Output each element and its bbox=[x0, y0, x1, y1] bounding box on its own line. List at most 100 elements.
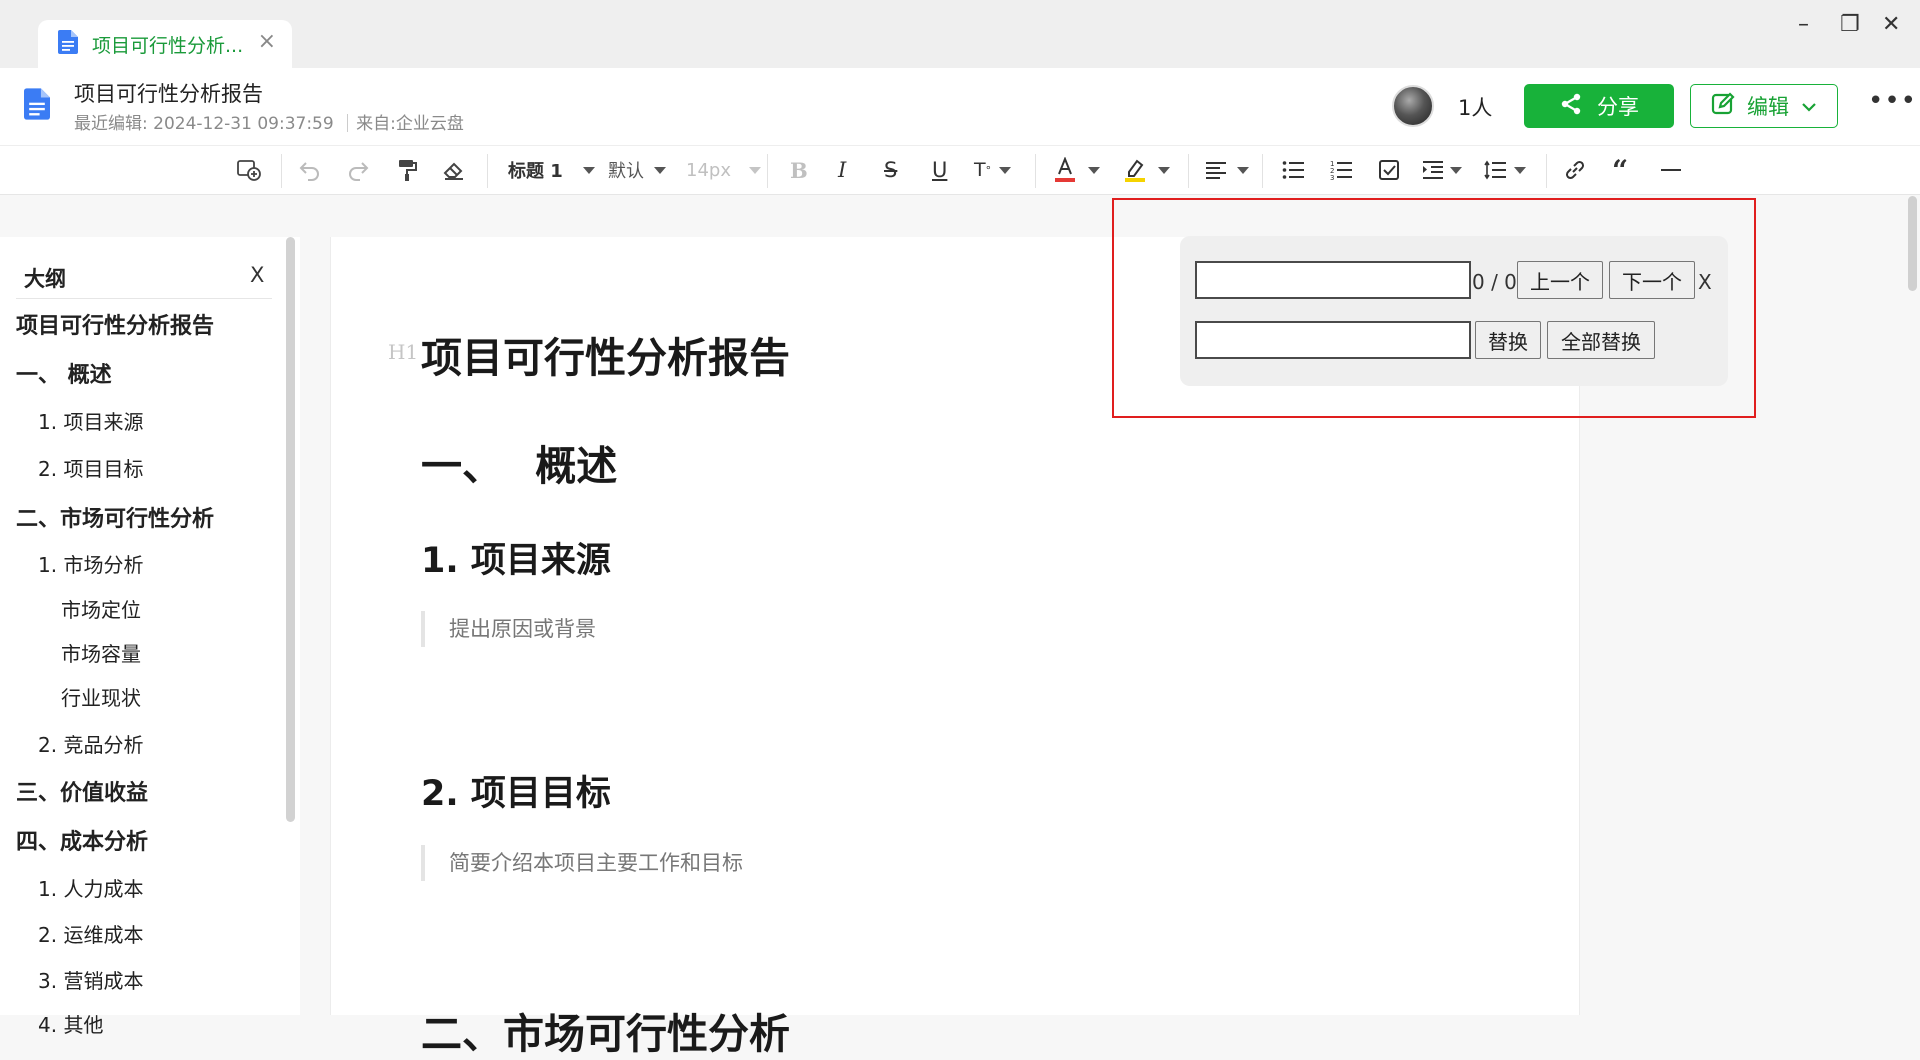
heading-level-marker: H1 bbox=[388, 340, 419, 364]
source-label: 来自: bbox=[356, 114, 396, 134]
font-size-select[interactable]: 14px bbox=[686, 157, 761, 183]
checklist-icon[interactable] bbox=[1378, 157, 1400, 183]
chevron-down-icon bbox=[654, 166, 666, 174]
replace-all-button[interactable]: 全部替换 bbox=[1547, 321, 1655, 359]
font-family-select[interactable]: 默认 bbox=[608, 157, 666, 183]
document-tab[interactable]: 项目可行性分析... × bbox=[38, 20, 292, 68]
chevron-down-icon bbox=[1801, 94, 1817, 118]
svg-text:3: 3 bbox=[1330, 174, 1334, 180]
outline-item[interactable]: 1. 项目来源 bbox=[38, 406, 143, 435]
outline-item[interactable]: 行业现状 bbox=[61, 682, 141, 711]
outline-item[interactable]: 市场定位 bbox=[61, 594, 141, 623]
outline-item[interactable]: 4. 其他 bbox=[38, 1009, 103, 1038]
find-replace-panel bbox=[1180, 236, 1728, 386]
next-match-button[interactable]: 下一个 bbox=[1609, 261, 1695, 299]
document-meta: 最近编辑: 2024-12-31 09:37:59 来自:企业云盘 bbox=[74, 109, 464, 134]
find-input[interactable] bbox=[1195, 261, 1471, 299]
toolbar-divider bbox=[1546, 154, 1547, 188]
outline-item[interactable]: 3. 营销成本 bbox=[38, 965, 143, 994]
document-heading-sub[interactable]: 2. 项目目标 bbox=[421, 765, 611, 816]
document-heading-section[interactable]: 二、市场可行性分析 bbox=[421, 1000, 790, 1060]
tab-close-icon[interactable]: × bbox=[258, 29, 276, 54]
bullet-list-icon[interactable] bbox=[1282, 157, 1304, 183]
bold-icon[interactable]: B bbox=[790, 157, 808, 183]
more-options-icon[interactable]: ••• bbox=[1868, 86, 1917, 116]
underline-icon[interactable]: U bbox=[932, 157, 947, 183]
tab-title: 项目可行性分析... bbox=[92, 34, 244, 57]
font-size-value: 14px bbox=[686, 159, 731, 181]
outline-title: 大纲 bbox=[24, 267, 66, 291]
chevron-down-icon bbox=[1514, 166, 1526, 174]
italic-icon[interactable]: I bbox=[838, 157, 846, 183]
font-family-value: 默认 bbox=[608, 161, 644, 182]
chevron-down-icon bbox=[1088, 166, 1100, 174]
share-button[interactable]: 分享 bbox=[1524, 84, 1674, 128]
indent-icon[interactable] bbox=[1422, 157, 1462, 183]
line-height-icon[interactable] bbox=[1484, 157, 1526, 183]
comment-add-icon[interactable] bbox=[236, 157, 262, 183]
outline-item[interactable]: 2. 竞品分析 bbox=[38, 729, 143, 758]
document-icon bbox=[24, 88, 50, 124]
share-icon bbox=[1559, 92, 1583, 121]
outline-item[interactable]: 二、市场可行性分析 bbox=[16, 501, 214, 533]
outline-close-icon[interactable]: X bbox=[250, 263, 264, 287]
window-close-icon[interactable]: ✕ bbox=[1882, 12, 1900, 37]
document-title[interactable]: 项目可行性分析报告 bbox=[74, 78, 263, 108]
outline-scrollbar[interactable] bbox=[286, 237, 295, 822]
chevron-down-icon bbox=[582, 166, 595, 174]
toolbar-divider bbox=[1035, 154, 1036, 188]
heading-style-select[interactable]: 标题 1 bbox=[508, 157, 595, 183]
align-icon[interactable] bbox=[1205, 157, 1249, 183]
eraser-icon[interactable] bbox=[442, 157, 466, 183]
avatar[interactable] bbox=[1392, 85, 1434, 127]
numbered-list-icon[interactable]: 123 bbox=[1330, 157, 1352, 183]
tab-bar: 项目可行性分析... × – ❐ ✕ bbox=[0, 0, 1920, 68]
source-value: 企业云盘 bbox=[395, 114, 464, 134]
outline-item[interactable]: 市场容量 bbox=[61, 638, 141, 667]
outline-item[interactable]: 2. 项目目标 bbox=[38, 453, 143, 482]
toolbar-divider bbox=[281, 154, 282, 188]
edit-label: 编辑 bbox=[1747, 95, 1789, 119]
divider-icon[interactable] bbox=[1660, 157, 1682, 183]
quote-icon[interactable]: “ bbox=[1612, 154, 1628, 187]
document-header: 项目可行性分析报告 最近编辑: 2024-12-31 09:37:59 来自:企… bbox=[0, 68, 1920, 145]
find-close-button[interactable]: X bbox=[1698, 270, 1712, 294]
outline-item[interactable]: 2. 运维成本 bbox=[38, 919, 143, 948]
edit-button[interactable]: 编辑 bbox=[1690, 84, 1838, 128]
undo-icon[interactable] bbox=[298, 157, 322, 183]
highlight-icon[interactable] bbox=[1124, 157, 1170, 183]
page-scrollbar[interactable] bbox=[1908, 196, 1917, 291]
outline-item[interactable]: 三、价值收益 bbox=[16, 775, 148, 807]
collaborator-count[interactable]: 1人 bbox=[1458, 92, 1492, 122]
font-color-icon[interactable] bbox=[1054, 157, 1100, 183]
document-icon bbox=[58, 30, 78, 58]
redo-icon[interactable] bbox=[346, 157, 370, 183]
chevron-down-icon bbox=[748, 166, 761, 174]
match-count: 0 / 0 bbox=[1472, 270, 1517, 294]
outline-item[interactable]: 一、 概述 bbox=[16, 357, 112, 389]
replace-input[interactable] bbox=[1195, 321, 1471, 359]
document-quote[interactable]: 简要介绍本项目主要工作和目标 bbox=[421, 845, 743, 881]
toolbar-divider bbox=[767, 154, 768, 188]
chevron-down-icon bbox=[999, 166, 1012, 174]
restore-icon[interactable]: ❐ bbox=[1840, 12, 1860, 37]
replace-button[interactable]: 替换 bbox=[1475, 321, 1541, 359]
outline-divider bbox=[16, 298, 272, 299]
strikethrough-icon[interactable]: S bbox=[884, 157, 897, 183]
document-heading-section[interactable]: 一、 概述 bbox=[421, 432, 617, 492]
meta-divider bbox=[347, 114, 349, 132]
previous-match-button[interactable]: 上一个 bbox=[1517, 261, 1603, 299]
link-icon[interactable] bbox=[1564, 157, 1586, 183]
outline-item[interactable]: 1. 人力成本 bbox=[38, 873, 143, 902]
document-heading-sub[interactable]: 1. 项目来源 bbox=[421, 532, 611, 583]
outline-item[interactable]: 项目可行性分析报告 bbox=[16, 308, 214, 340]
superscript-icon[interactable]: T ° bbox=[974, 157, 1012, 183]
minimize-icon[interactable]: – bbox=[1798, 12, 1809, 37]
document-quote[interactable]: 提出原因或背景 bbox=[421, 611, 596, 647]
document-heading-title[interactable]: 项目可行性分析报告 bbox=[421, 324, 790, 384]
toolbar-divider bbox=[1262, 154, 1263, 188]
outline-item[interactable]: 四、成本分析 bbox=[16, 824, 148, 856]
format-painter-icon[interactable] bbox=[396, 157, 418, 183]
share-label: 分享 bbox=[1597, 95, 1639, 119]
outline-item[interactable]: 1. 市场分析 bbox=[38, 549, 143, 578]
